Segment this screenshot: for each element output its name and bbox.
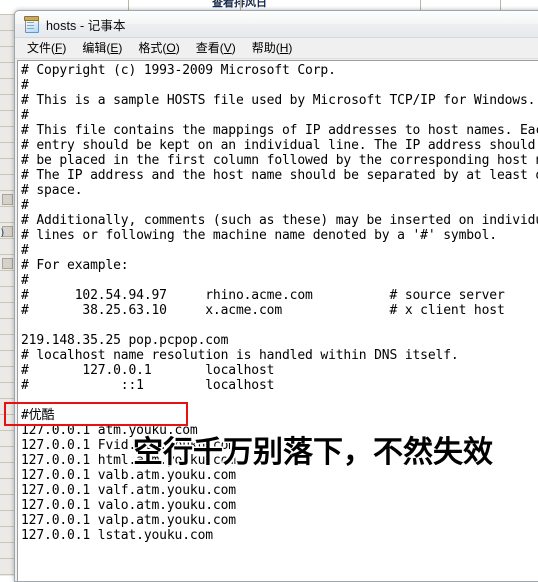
editor-line: # localhost name resolution is handled w…	[21, 348, 459, 363]
editor-line: #	[21, 198, 29, 213]
editor-line: #	[21, 78, 29, 93]
editor-line: # space.	[21, 183, 83, 198]
editor-line: #	[21, 243, 29, 258]
background-row-divider	[0, 78, 14, 79]
background-row-divider	[0, 238, 14, 239]
title-bar[interactable]: hosts - 记事本	[15, 11, 538, 38]
background-row-divider	[0, 110, 14, 111]
background-row-divider	[0, 46, 14, 47]
editor-line: 127.0.0.1 atm.youku.com	[21, 423, 198, 438]
editor-line: #	[21, 108, 29, 123]
background-row-divider	[0, 142, 14, 143]
editor-line: 127.0.0.1 valb.atm.youku.com	[21, 468, 236, 483]
editor-line: 127.0.0.1 Fvid.atm.youku.com	[21, 438, 236, 453]
background-row-divider	[0, 62, 14, 63]
editor-line: #	[21, 273, 29, 288]
background-row-divider	[0, 398, 14, 399]
background-row-marker	[2, 258, 13, 269]
background-row-divider	[0, 254, 14, 255]
editor-line: 127.0.0.1 valf.atm.youku.com	[21, 483, 236, 498]
background-row-divider	[0, 126, 14, 127]
menu-bar[interactable]: 文件(F) 编辑(E) 格式(O) 查看(V) 帮助(H)	[15, 38, 538, 59]
background-row-divider	[0, 270, 14, 271]
background-row-marker-glyph: )	[1, 227, 4, 237]
editor-line: # The IP address and the host name shoul…	[21, 168, 538, 183]
editor-line: 127.0.0.1 html.atm.youku.com	[21, 453, 236, 468]
background-row-divider	[0, 222, 14, 223]
editor-line: # This is a sample HOSTS file used by Mi…	[21, 93, 536, 108]
editor-client-area[interactable]: # Copyright (c) 1993-2009 Microsoft Corp…	[17, 60, 538, 581]
editor-line: # This file contains the mappings of IP …	[21, 123, 538, 138]
background-row-divider	[0, 446, 14, 447]
background-row-divider	[0, 478, 14, 479]
background-row-divider	[0, 286, 14, 287]
background-row-divider	[0, 510, 14, 511]
editor-line: 127.0.0.1 lstat.youku.com	[21, 528, 213, 543]
background-row-divider	[0, 94, 14, 95]
background-row-divider	[0, 30, 14, 31]
editor-line: # Copyright (c) 1993-2009 Microsoft Corp…	[21, 63, 336, 78]
editor-line: # 127.0.0.1 localhost	[21, 363, 275, 378]
background-row-divider	[0, 302, 14, 303]
background-row-divider	[0, 366, 14, 367]
menu-item-view[interactable]: 查看(V)	[188, 38, 244, 58]
notepad-icon	[23, 16, 39, 33]
background-row-divider	[0, 190, 14, 191]
editor-line: # lines or following the machine name de…	[21, 228, 497, 243]
editor-line: 127.0.0.1 valp.atm.youku.com	[21, 513, 236, 528]
background-row-divider	[0, 382, 14, 383]
background-row-divider	[0, 574, 14, 575]
editor-line: 127.0.0.1 valo.atm.youku.com	[21, 498, 236, 513]
hosts-file-text[interactable]: # Copyright (c) 1993-2009 Microsoft Corp…	[21, 63, 538, 581]
background-row-divider	[0, 14, 14, 15]
background-row-header-rail: )	[0, 14, 15, 576]
editor-line: # Additionally, comments (such as these)…	[21, 213, 538, 228]
background-row-marker	[2, 194, 13, 205]
editor-line: # be placed in the first column followed…	[21, 153, 538, 168]
background-row-divider	[0, 558, 14, 559]
background-row-divider	[0, 206, 14, 207]
menu-item-format[interactable]: 格式(O)	[130, 38, 187, 58]
background-row-divider	[0, 350, 14, 351]
background-row-divider	[0, 494, 14, 495]
background-row-divider	[0, 462, 14, 463]
background-row-divider	[0, 158, 14, 159]
menu-item-edit[interactable]: 编辑(E)	[74, 38, 130, 58]
editor-line: # ::1 localhost	[21, 378, 275, 393]
editor-line: # entry should be kept on an individual …	[21, 138, 536, 153]
background-row-divider	[0, 334, 14, 335]
editor-line: # For example:	[21, 258, 129, 273]
editor-line: 219.148.35.25 pop.pcpop.com	[21, 333, 229, 348]
background-row-divider	[0, 414, 14, 415]
notepad-window[interactable]: hosts - 记事本 文件(F) 编辑(E) 格式(O) 查看(V) 帮助(H…	[14, 10, 538, 582]
background-row-divider	[0, 318, 14, 319]
background-row-divider	[0, 542, 14, 543]
menu-item-help[interactable]: 帮助(H)	[244, 38, 301, 58]
editor-line: # 38.25.63.10 x.acme.com # x client host	[21, 303, 505, 318]
editor-line: #优酷	[21, 408, 55, 423]
background-row-divider	[0, 430, 14, 431]
editor-line: # 102.54.94.97 rhino.acme.com # source s…	[21, 288, 505, 303]
window-title: hosts - 记事本	[46, 18, 126, 33]
background-row-divider	[0, 526, 14, 527]
menu-item-file[interactable]: 文件(F)	[19, 38, 74, 58]
background-row-divider	[0, 174, 14, 175]
